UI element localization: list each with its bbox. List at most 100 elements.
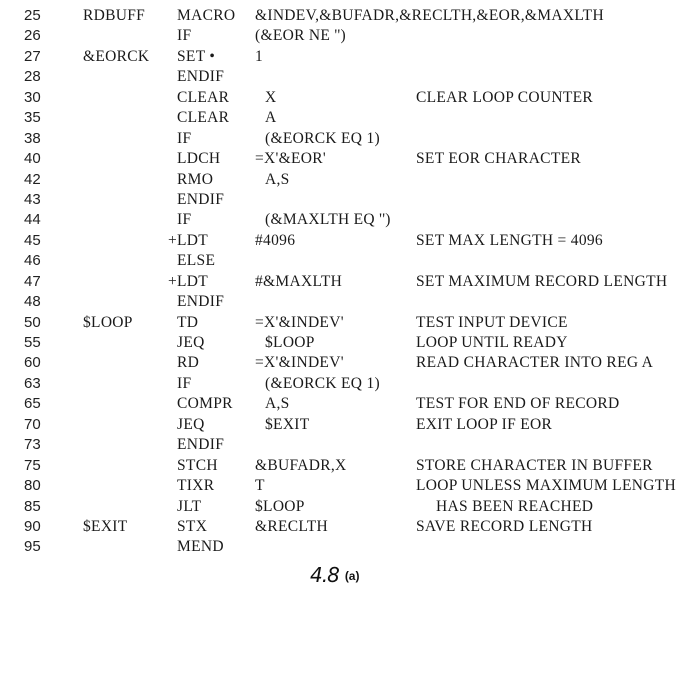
line-number: 55 [24, 334, 41, 351]
figure-number: 4.8 [310, 563, 340, 587]
comment-field: SAVE RECORD LENGTH [416, 517, 593, 535]
listing-row: 60 RD =X'&INDEV' READ CHARACTER INTO REG… [0, 353, 700, 373]
operand-field: $LOOP [265, 334, 315, 351]
operand-field: A [265, 109, 277, 127]
listing-row: 95 MEND [0, 537, 700, 557]
listing-row: 25 RDBUFF MACRO &INDEV,&BUFADR,&RECLTH,&… [0, 6, 700, 26]
line-number: 65 [24, 395, 41, 413]
opcode-field: JEQ [177, 334, 205, 351]
opcode-field: IF [177, 374, 192, 392]
operand-field: 1 [255, 47, 264, 65]
operand-field: (&MAXLTH EQ '') [265, 211, 391, 229]
opcode-field: MACRO [177, 7, 236, 24]
opcode-field: JLT [177, 497, 202, 515]
operand-field: #&MAXLTH [255, 272, 343, 290]
operand-field: $EXIT [265, 415, 310, 433]
listing-row: 43 ENDIF [0, 190, 700, 210]
operand-field: &RECLTH [255, 517, 329, 535]
listing-row: 44 IF (&MAXLTH EQ '') [0, 210, 700, 230]
label-field: $EXIT [83, 517, 128, 535]
comment-field: LOOP UNLESS MAXIMUM LENGTH [416, 477, 676, 495]
comment-field: TEST INPUT DEVICE [416, 313, 568, 331]
line-number: 80 [24, 477, 41, 495]
opcode-field: IF [177, 129, 192, 147]
listing-row: 26 IF (&EOR NE '') [0, 26, 700, 46]
line-number: 45 [24, 231, 41, 249]
listing-row: 27 &EORCK SET • 1 [0, 47, 700, 67]
comment-field: READ CHARACTER INTO REG A [416, 354, 654, 372]
operand-field: $LOOP [255, 497, 305, 515]
listing-row: 90 $EXIT STX &RECLTH SAVE RECORD LENGTH [0, 517, 700, 537]
listing-row: 45 +LDT #4096 SET MAX LENGTH = 4096 [0, 231, 700, 251]
line-number: 90 [24, 517, 41, 535]
line-number: 46 [24, 252, 41, 270]
listing-row: 80 TIXR T LOOP UNLESS MAXIMUM LENGTH [0, 476, 700, 496]
listing-row: 47 +LDT #&MAXLTH SET MAXIMUM RECORD LENG… [0, 272, 700, 292]
opcode-field: LDCH [177, 150, 221, 168]
line-number: 70 [24, 415, 41, 433]
line-number: 28 [24, 68, 41, 86]
listing-row: 73 ENDIF [0, 435, 700, 455]
listing-row: 40 LDCH =X'&EOR' SET EOR CHARACTER [0, 149, 700, 169]
label-field: $LOOP [83, 313, 133, 331]
comment-field: SET MAXIMUM RECORD LENGTH [416, 272, 668, 290]
line-number: 27 [24, 47, 41, 65]
line-number: 40 [24, 150, 41, 168]
listing-row: 55 JEQ $LOOP LOOP UNTIL READY [0, 333, 700, 353]
operand-field: A,S [265, 395, 290, 413]
operand-field: =X'&INDEV' [255, 354, 344, 372]
opcode-field: CLEAR [177, 88, 230, 106]
opcode-field: STCH [177, 456, 218, 474]
listing-row: 70 JEQ $EXIT EXIT LOOP IF EOR [0, 415, 700, 435]
macro-listing: 25 RDBUFF MACRO &INDEV,&BUFADR,&RECLTH,&… [0, 6, 700, 558]
opcode-field: SET • [177, 47, 216, 65]
line-number: 95 [24, 538, 41, 556]
operand-field: =X'&INDEV' [255, 313, 344, 331]
comment-field: STORE CHARACTER IN BUFFER [416, 456, 653, 474]
opcode-field: IF [177, 27, 192, 45]
line-number: 42 [24, 170, 41, 188]
comment-field: SET EOR CHARACTER [416, 150, 581, 168]
opcode-field: +LDT [168, 231, 209, 249]
line-number: 26 [24, 27, 41, 45]
comment-field: LOOP UNTIL READY [416, 334, 568, 351]
opcode-field: ENDIF [177, 68, 225, 86]
operand-field: &BUFADR,X [255, 456, 347, 474]
line-number: 73 [24, 436, 41, 454]
listing-row: 48 ENDIF [0, 292, 700, 312]
label-field: RDBUFF [83, 7, 146, 24]
comment-field: CLEAR LOOP COUNTER [416, 88, 594, 106]
opcode-field: RD [177, 354, 200, 372]
label-field: &EORCK [83, 47, 150, 65]
listing-row: 50 $LOOP TD =X'&INDEV' TEST INPUT DEVICE [0, 313, 700, 333]
listing-row: 46 ELSE [0, 251, 700, 271]
line-number: 30 [24, 88, 41, 106]
line-number: 35 [24, 109, 41, 127]
operand-field: #4096 [255, 231, 296, 249]
opcode-field: STX [177, 517, 208, 535]
operand-field: A,S [265, 170, 290, 188]
listing-row: 38 IF (&EORCK EQ 1) [0, 129, 700, 149]
listing-row: 85 JLT $LOOP HAS BEEN REACHED [0, 497, 700, 517]
figure-part-label: (a) [344, 569, 360, 583]
listing-row: 30 CLEAR X CLEAR LOOP COUNTER [0, 88, 700, 108]
opcode-field: ENDIF [177, 436, 225, 454]
operand-field: T [255, 477, 265, 495]
line-number: 60 [24, 354, 41, 372]
listing-row: 75 STCH &BUFADR,X STORE CHARACTER IN BUF… [0, 456, 700, 476]
opcode-field: IF [177, 211, 192, 229]
opcode-field: COMPR [177, 395, 233, 413]
opcode-field: ENDIF [177, 190, 225, 208]
line-number: 47 [24, 272, 41, 290]
opcode-field: JEQ [177, 415, 205, 433]
operand-field: (&EORCK EQ 1) [265, 374, 380, 392]
comment-field: HAS BEEN REACHED [436, 497, 594, 515]
line-number: 38 [24, 129, 41, 147]
operand-field: X [265, 88, 277, 106]
opcode-field: TD [177, 313, 199, 331]
listing-row: 35 CLEAR A [0, 108, 700, 128]
opcode-field: +LDT [168, 272, 209, 290]
comment-field: TEST FOR END OF RECORD [416, 395, 620, 413]
listing-row: 65 COMPR A,S TEST FOR END OF RECORD [0, 394, 700, 414]
opcode-field: ELSE [177, 252, 216, 270]
